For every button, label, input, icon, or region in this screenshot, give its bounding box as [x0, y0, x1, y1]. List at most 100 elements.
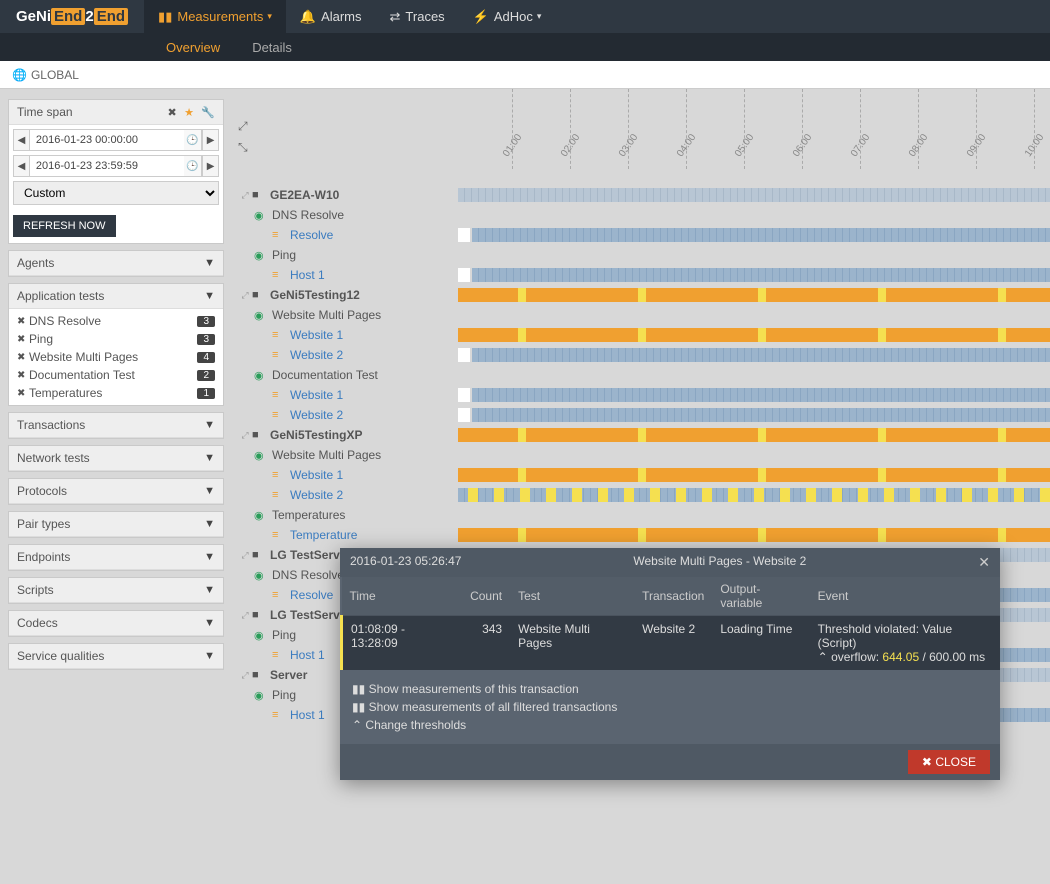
close-button[interactable]: ✖ CLOSE	[908, 750, 990, 774]
clock-icon[interactable]: 🕒	[184, 129, 202, 151]
filter-codecs[interactable]: Codecs	[17, 616, 58, 630]
expand-icon[interactable]: ⤢	[238, 190, 252, 201]
timeline-bar[interactable]	[458, 268, 1050, 282]
expand-icon[interactable]: ⤢	[238, 550, 252, 561]
timeline-bar[interactable]	[458, 388, 1050, 402]
timeline-bar[interactable]	[458, 428, 1050, 442]
timeline-bar[interactable]	[458, 488, 1050, 502]
task-label[interactable]: Website Multi Pages	[268, 308, 381, 322]
timespan-preset[interactable]: Custom	[13, 181, 219, 205]
task-label[interactable]: Documentation Test	[268, 368, 378, 382]
agent-label[interactable]: LG TestServer	[266, 548, 351, 562]
leaf-label[interactable]: Website 1	[286, 328, 343, 342]
filter-icon[interactable]: ▼	[204, 617, 215, 629]
filter-icon[interactable]: ▼	[204, 290, 215, 302]
task-label[interactable]: DNS Resolve	[268, 568, 344, 582]
remove-filter-icon[interactable]: ✖	[17, 316, 29, 327]
refresh-button[interactable]: REFRESH NOW	[13, 215, 116, 237]
leaf-label[interactable]: Website 2	[286, 408, 343, 422]
nav-alarms[interactable]: 🔔Alarms	[286, 0, 376, 33]
filter-item-label[interactable]: Temperatures	[29, 386, 197, 400]
expand-icon[interactable]: ⤢	[238, 290, 252, 301]
filter-icon[interactable]: ▼	[204, 419, 215, 431]
zoom-out-icon[interactable]: ⤢	[238, 119, 248, 134]
agent-label[interactable]: Server	[266, 668, 307, 682]
filter-icon[interactable]: ▼	[204, 551, 215, 563]
filter-item-label[interactable]: DNS Resolve	[29, 314, 197, 328]
remove-filter-icon[interactable]: ✖	[17, 370, 29, 381]
filter-item-label[interactable]: Documentation Test	[29, 368, 197, 382]
leaf-label[interactable]: Resolve	[286, 228, 333, 242]
filter-application-tests[interactable]: Application tests	[17, 289, 104, 303]
timeline-bar[interactable]	[458, 348, 1050, 362]
expand-icon[interactable]: ⤢	[238, 610, 252, 621]
agent-label[interactable]: GeNi5Testing12	[266, 288, 360, 302]
filter-transactions[interactable]: Transactions	[17, 418, 85, 432]
timeline-bar[interactable]	[458, 328, 1050, 342]
nav-measurements[interactable]: ▮▮Measurements▾	[144, 0, 286, 33]
leaf-label[interactable]: Host 1	[286, 268, 325, 282]
filter-item-label[interactable]: Website Multi Pages	[29, 350, 197, 364]
filter-item-label[interactable]: Ping	[29, 332, 197, 346]
filter-scripts[interactable]: Scripts	[17, 583, 54, 597]
remove-filter-icon[interactable]: ✖	[17, 334, 29, 345]
leaf-label[interactable]: Temperature	[286, 528, 357, 542]
leaf-label[interactable]: Host 1	[286, 648, 325, 662]
tab-overview[interactable]: Overview	[150, 33, 236, 61]
filter-icon[interactable]: ▼	[204, 518, 215, 530]
timeline-bar[interactable]	[458, 528, 1050, 542]
task-label[interactable]: Ping	[268, 688, 296, 702]
timeline-bar[interactable]	[458, 468, 1050, 482]
leaf-label[interactable]: Website 1	[286, 468, 343, 482]
agent-label[interactable]: GeNi5TestingXP	[266, 428, 362, 442]
leaf-label[interactable]: Host 1	[286, 708, 325, 722]
filter-pair-types[interactable]: Pair types	[17, 517, 70, 531]
wrench-icon[interactable]: 🔧	[201, 107, 215, 119]
filter-icon[interactable]: ▼	[204, 452, 215, 464]
leaf-label[interactable]: Website 2	[286, 348, 343, 362]
timeline-bar[interactable]	[458, 188, 1050, 202]
task-label[interactable]: Ping	[268, 248, 296, 262]
nav-traces[interactable]: ⇄Traces	[376, 0, 459, 33]
remove-filter-icon[interactable]: ✖	[17, 388, 29, 399]
leaf-label[interactable]: Website 1	[286, 388, 343, 402]
star-icon[interactable]: ★	[184, 107, 194, 119]
tab-details[interactable]: Details	[236, 33, 308, 61]
agent-label[interactable]: GE2EA-W10	[266, 188, 339, 202]
filter-icon[interactable]: ▼	[204, 257, 215, 269]
date-from-prev[interactable]: ◀	[13, 129, 30, 151]
date-to-input[interactable]	[30, 155, 184, 177]
filter-endpoints[interactable]: Endpoints	[17, 550, 70, 564]
date-from-next[interactable]: ▶	[202, 129, 219, 151]
timeline-bar[interactable]	[458, 408, 1050, 422]
leaf-label[interactable]: Website 2	[286, 488, 343, 502]
expand-icon[interactable]: ⤢	[238, 670, 252, 681]
zoom-in-icon[interactable]: ⤡	[238, 140, 248, 155]
nav-adhoc[interactable]: ⚡AdHoc▾	[459, 0, 556, 33]
date-from-input[interactable]	[30, 129, 184, 151]
filter-icon[interactable]: ▼	[204, 650, 215, 662]
link-show-all-filtered[interactable]: ▮▮ Show measurements of all filtered tra…	[352, 698, 988, 716]
timeline-bar[interactable]	[458, 288, 1050, 302]
date-to-next[interactable]: ▶	[202, 155, 219, 177]
pin-icon[interactable]: ✖	[168, 107, 177, 119]
filter-agents[interactable]: Agents	[17, 256, 54, 270]
expand-icon[interactable]: ⤢	[238, 430, 252, 441]
link-show-transaction[interactable]: ▮▮ Show measurements of this transaction	[352, 680, 988, 698]
popup-close-x[interactable]: ✕	[978, 554, 990, 571]
clock-icon[interactable]: 🕒	[184, 155, 202, 177]
filter-service-qualities[interactable]: Service qualities	[17, 649, 104, 663]
task-label[interactable]: Website Multi Pages	[268, 448, 381, 462]
remove-filter-icon[interactable]: ✖	[17, 352, 29, 363]
link-change-thresholds[interactable]: ⌃ Change thresholds	[352, 716, 988, 734]
filter-network-tests[interactable]: Network tests	[17, 451, 90, 465]
filter-icon[interactable]: ▼	[204, 485, 215, 497]
task-label[interactable]: Temperatures	[268, 508, 345, 522]
filter-icon[interactable]: ▼	[204, 584, 215, 596]
filter-protocols[interactable]: Protocols	[17, 484, 67, 498]
task-label[interactable]: Ping	[268, 628, 296, 642]
leaf-label[interactable]: Resolve	[286, 588, 333, 602]
date-to-prev[interactable]: ◀	[13, 155, 30, 177]
timeline-bar[interactable]	[458, 228, 1050, 242]
task-label[interactable]: DNS Resolve	[268, 208, 344, 222]
